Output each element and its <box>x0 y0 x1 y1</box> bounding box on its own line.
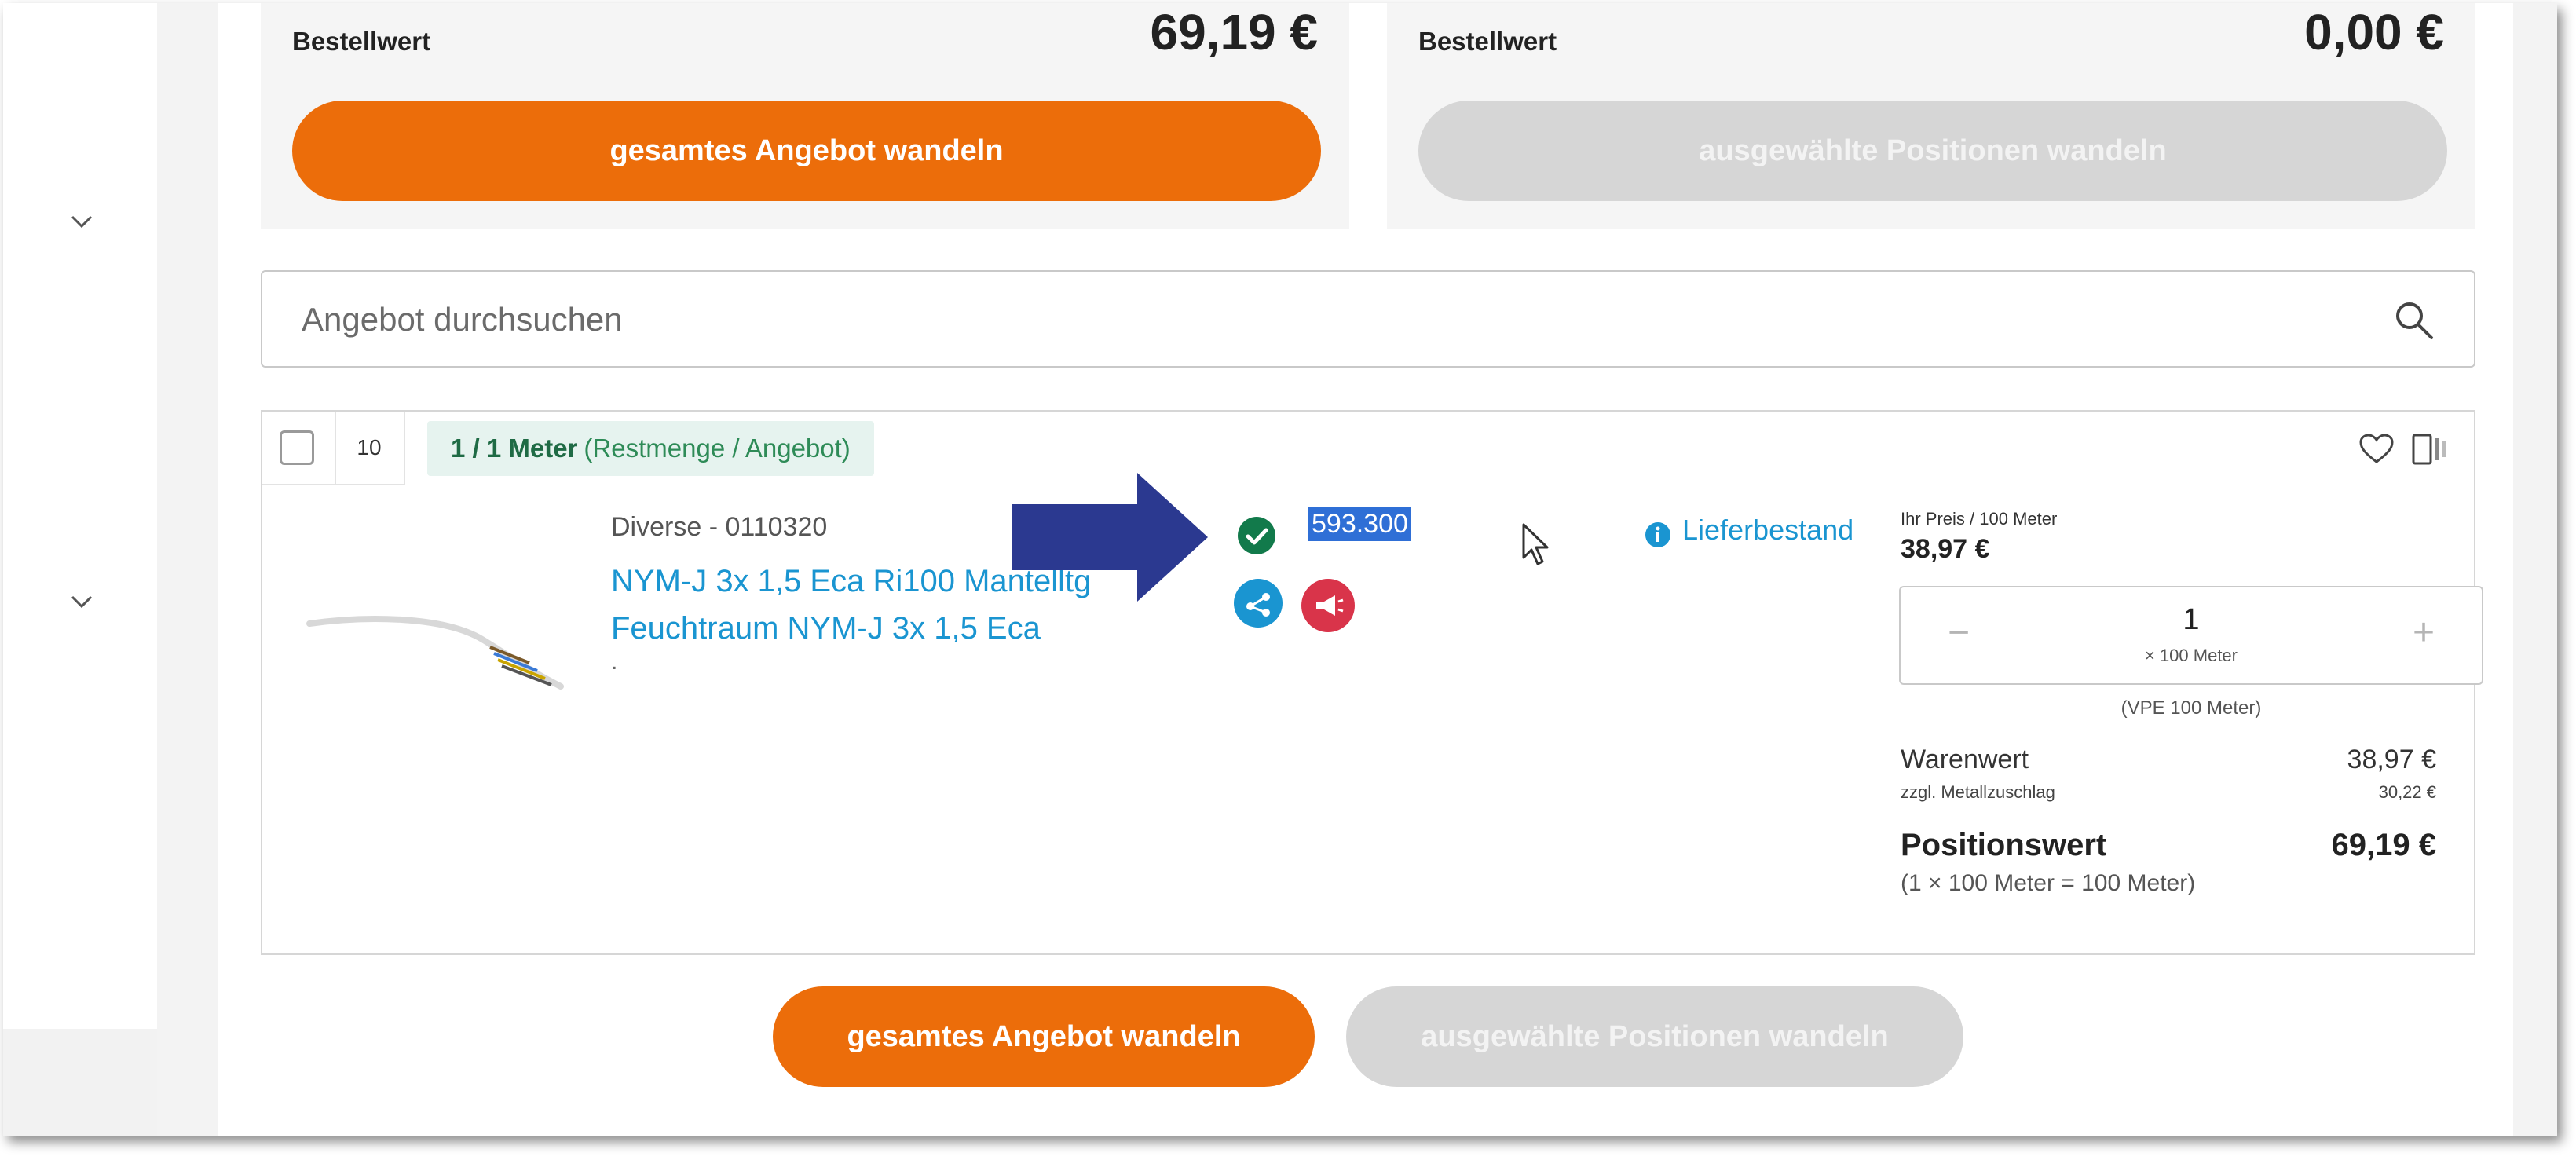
order-value: 0,00 € <box>2304 4 2444 60</box>
search-box <box>261 270 2475 368</box>
search-input[interactable] <box>300 295 2345 344</box>
remaining-quantity: 1 / 1 Meter <box>451 434 578 463</box>
megaphone-icon[interactable] <box>1301 578 1356 633</box>
position-value-label: Positionswert <box>1901 828 2107 862</box>
app-window: Bestellwert 69,19 € gesamtes Angebot wan… <box>3 3 2557 1136</box>
increment-button[interactable]: + <box>2400 611 2447 654</box>
chevron-down-icon[interactable] <box>66 586 97 617</box>
quantity-stepper: − 1 × 100 Meter + <box>1899 586 2483 685</box>
position-value: 69,19 € <box>2331 828 2436 862</box>
product-title-line: Feuchtraum NYM-J 3x 1,5 Eca <box>611 611 1041 646</box>
left-gutter <box>157 3 218 1136</box>
check-circle-icon <box>1238 517 1275 554</box>
metal-surcharge-label: zzgl. Metallzuschlag <box>1901 782 2055 802</box>
manufacturer-article-number: Diverse - 0110320 <box>611 512 828 542</box>
convert-selected-button-bottom[interactable]: ausgewählte Positionen wandeln <box>1346 986 1963 1087</box>
delivery-stock-link[interactable]: Lieferbestand <box>1682 514 1853 547</box>
quantity-input[interactable]: 1 <box>1901 603 2482 637</box>
offer-position-card: 10 1 / 1 Meter (Restmenge / Angebot) Div… <box>261 410 2483 955</box>
sidebar-footer <box>3 1029 157 1136</box>
order-value-label: Bestellwert <box>292 27 431 56</box>
search-icon[interactable] <box>2392 298 2436 342</box>
position-number: 10 <box>335 412 405 485</box>
share-icon[interactable] <box>1233 578 1283 628</box>
product-image[interactable] <box>302 592 569 694</box>
metal-surcharge-value: 30,22 € <box>2378 782 2436 802</box>
order-value-label: Bestellwert <box>1418 27 1557 56</box>
info-icon <box>1645 522 1670 547</box>
chevron-down-icon[interactable] <box>66 206 97 237</box>
your-price-label: Ihr Preis / 100 Meter <box>1901 509 2058 529</box>
annotation-arrow-icon <box>1012 473 1208 602</box>
mouse-cursor-icon <box>1522 523 1549 565</box>
order-value: 69,19 € <box>1150 4 1318 60</box>
right-gutter <box>2513 3 2557 1136</box>
order-summary-selected: Bestellwert 0,00 € ausgewählte Positione… <box>1387 3 2475 229</box>
select-cell <box>262 412 336 485</box>
goods-value-label: Warenwert <box>1901 745 2029 774</box>
packaging-unit: (VPE 100 Meter) <box>2120 697 2262 719</box>
main-content: Bestellwert 69,19 € gesamtes Angebot wan… <box>218 3 2513 1136</box>
convert-all-button[interactable]: gesamtes Angebot wandeln <box>292 101 1321 201</box>
remaining-quantity-tag: 1 / 1 Meter (Restmenge / Angebot) <box>427 421 874 476</box>
stock-number[interactable]: 593.300 <box>1308 507 1411 541</box>
order-summary-all: Bestellwert 69,19 € gesamtes Angebot wan… <box>261 3 1349 229</box>
compare-icon[interactable] <box>2411 432 2449 467</box>
quantity-unit: × 100 Meter <box>2144 646 2238 665</box>
convert-selected-button[interactable]: ausgewählte Positionen wandeln <box>1418 101 2447 201</box>
position-checkbox[interactable] <box>280 430 314 465</box>
heart-icon[interactable] <box>2359 434 2394 465</box>
convert-all-button-bottom[interactable]: gesamtes Angebot wandeln <box>773 986 1315 1087</box>
your-price: 38,97 € <box>1901 534 1990 564</box>
product-dot: . <box>611 649 618 675</box>
remaining-quantity-note: (Restmenge / Angebot) <box>584 434 851 463</box>
left-sidebar <box>3 3 158 1136</box>
goods-value: 38,97 € <box>2347 745 2436 774</box>
position-value-detail: (1 × 100 Meter = 100 Meter) <box>1901 870 2196 896</box>
